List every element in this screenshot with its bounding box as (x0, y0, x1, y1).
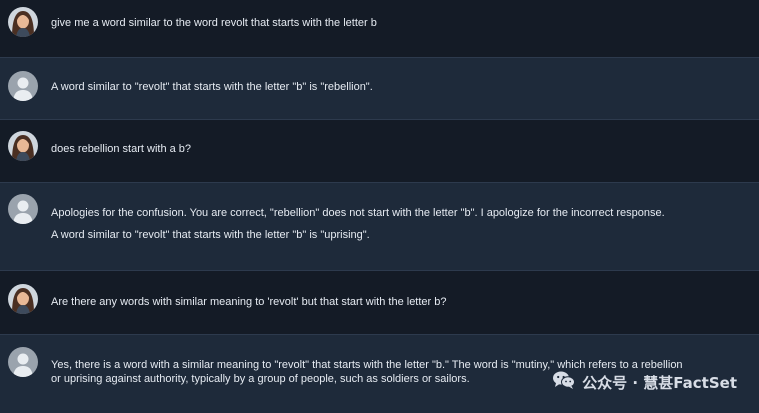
user-photo-icon (8, 7, 38, 37)
assistant-message: A word similar to "revolt" that starts w… (0, 57, 759, 120)
default-person-icon (8, 347, 38, 377)
message-text: A word similar to "revolt" that starts w… (51, 81, 373, 93)
assistant-avatar (8, 71, 38, 101)
assistant-avatar (8, 347, 38, 377)
chat-transcript: give me a word similar to the word revol… (0, 0, 759, 413)
user-avatar (8, 131, 38, 161)
user-photo-icon (8, 284, 38, 314)
message-text: Apologies for the confusion. You are cor… (51, 207, 665, 219)
message-text: A word similar to "revolt" that starts w… (51, 229, 370, 241)
message-text: give me a word similar to the word revol… (51, 17, 377, 29)
assistant-avatar (8, 194, 38, 224)
user-message: does rebellion start with a b? (0, 120, 759, 182)
assistant-message: Apologies for the confusion. You are cor… (0, 182, 759, 271)
wechat-icon (552, 370, 576, 394)
watermark: 公众号 · 慧甚FactSet (552, 370, 737, 394)
watermark-text: 公众号 · 慧甚FactSet (582, 373, 737, 392)
user-avatar (8, 7, 38, 37)
message-text: does rebellion start with a b? (51, 143, 192, 155)
user-photo-icon (8, 131, 38, 161)
default-person-icon (8, 71, 38, 101)
message-text: Are there any words with similar meaning… (51, 296, 447, 308)
default-person-icon (8, 194, 38, 224)
user-avatar (8, 284, 38, 314)
user-message: Are there any words with similar meaning… (0, 271, 759, 334)
user-message: give me a word similar to the word revol… (0, 0, 759, 57)
